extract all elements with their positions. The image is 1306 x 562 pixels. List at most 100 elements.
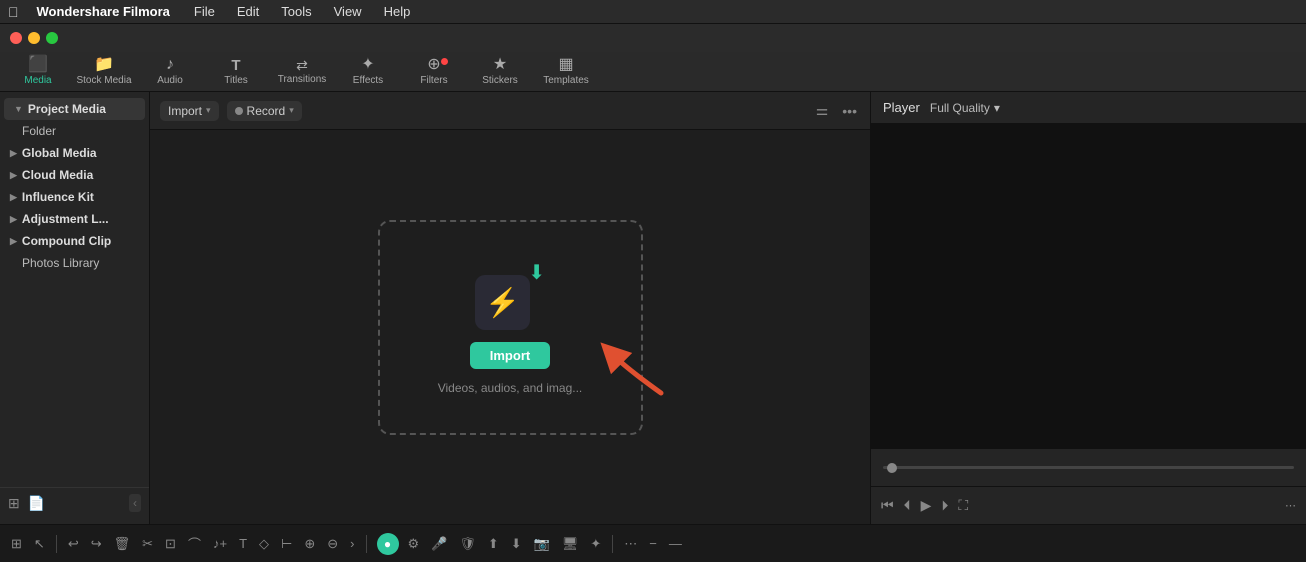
- export-icon[interactable]: ⬆: [485, 533, 502, 555]
- minimize-button[interactable]: [28, 32, 40, 44]
- collapse-sidebar-button[interactable]: ‹: [129, 494, 141, 512]
- step-back-icon[interactable]: ⏴: [904, 497, 911, 514]
- lightning-icon: ⚡: [485, 286, 520, 319]
- menu-file[interactable]: File: [190, 3, 219, 20]
- filters-badge: [441, 58, 448, 65]
- filters-icon: ⊕: [427, 57, 440, 73]
- camera-icon[interactable]: 📷: [531, 533, 553, 555]
- zoom-out-icon[interactable]: ⊖: [324, 533, 341, 555]
- toolbar-titles[interactable]: T Titles: [204, 54, 268, 90]
- arrow-icon-3: ▶: [10, 170, 17, 181]
- more-options-icon[interactable]: •••: [839, 100, 860, 122]
- record-tl-button[interactable]: ●: [377, 533, 399, 555]
- settings-tl-icon[interactable]: ⚙: [405, 533, 423, 555]
- sidebar-item-influence-kit[interactable]: ▶ Influence Kit: [0, 186, 149, 208]
- toolbar-effects[interactable]: ✦ Effects: [336, 54, 400, 90]
- add-item-icon[interactable]: 📄: [28, 495, 45, 512]
- player-title: Player: [883, 100, 920, 115]
- import-label: Import: [168, 104, 202, 118]
- stickers-label: Stickers: [482, 75, 518, 86]
- mic-icon[interactable]: 🎤: [428, 533, 450, 555]
- menu-tools[interactable]: Tools: [277, 3, 315, 20]
- player-progress-bar[interactable]: [883, 466, 1294, 469]
- effects-tl-icon[interactable]: ✦: [587, 533, 604, 555]
- audio-icon: ♪: [166, 57, 174, 73]
- undo-icon[interactable]: ↩: [65, 533, 82, 555]
- import-chevron-icon: ▾: [206, 105, 211, 116]
- monitor-icon[interactable]: 🖥: [559, 533, 582, 555]
- quality-select[interactable]: Full Quality ▾: [930, 101, 1000, 115]
- drop-zone[interactable]: ⚡ ⬇ Import Videos, audios, and imag...: [378, 220, 643, 435]
- volume-icon[interactable]: ⋯: [1285, 499, 1296, 512]
- influence-kit-label: Influence Kit: [22, 190, 94, 204]
- filmora-icon-body: ⚡: [475, 275, 530, 330]
- shield-icon[interactable]: 🛡: [456, 533, 479, 555]
- sidebar-item-project-media[interactable]: ▼ Project Media: [4, 98, 145, 120]
- app-name: Wondershare Filmora: [37, 4, 170, 19]
- rewind-icon[interactable]: ⏮: [881, 497, 894, 514]
- quality-chevron-icon: ▾: [994, 101, 1000, 115]
- close-button[interactable]: [10, 32, 22, 44]
- arrow-icon-5: ▶: [10, 214, 17, 225]
- menu-help[interactable]: Help: [380, 3, 415, 20]
- traffic-lights: [10, 32, 58, 44]
- redo-icon[interactable]: ↪: [88, 533, 105, 555]
- menu-edit[interactable]: Edit: [233, 3, 263, 20]
- main-layout: ▼ Project Media Folder ▶ Global Media ▶ …: [0, 92, 1306, 524]
- toolbar-media[interactable]: ⬛ Media: [6, 54, 70, 90]
- dash-icon[interactable]: —: [666, 533, 685, 554]
- keyframe-icon[interactable]: ◇: [256, 533, 272, 555]
- more-tl-icon[interactable]: ›: [347, 533, 357, 554]
- import-action-button[interactable]: Import: [470, 342, 550, 369]
- menu-view[interactable]: View: [330, 3, 366, 20]
- titles-label: Titles: [224, 75, 248, 86]
- record-button-group[interactable]: Record ▾: [227, 101, 302, 121]
- toolbar-templates[interactable]: ▦ Templates: [534, 54, 598, 90]
- compound-clip-label: Compound Clip: [22, 234, 111, 248]
- toolbar-audio[interactable]: ♪ Audio: [138, 54, 202, 90]
- toolbar-filters[interactable]: ⊕ Filters: [402, 54, 466, 90]
- add-audio-icon[interactable]: ♪+: [210, 533, 230, 554]
- bezier-icon[interactable]: ⌒: [185, 531, 204, 556]
- text-icon[interactable]: T: [236, 533, 250, 554]
- sidebar: ▼ Project Media Folder ▶ Global Media ▶ …: [0, 92, 150, 524]
- new-folder-icon[interactable]: ⊞: [8, 495, 20, 512]
- import-tl-icon[interactable]: ⬇: [508, 533, 525, 555]
- media-icon: ⬛: [28, 57, 48, 73]
- quality-label: Full Quality: [930, 101, 990, 115]
- delete-icon[interactable]: 🗑: [111, 533, 134, 555]
- fullscreen-icon[interactable]: ⛶: [958, 497, 968, 514]
- toolbar-transitions[interactable]: ⇄ Transitions: [270, 54, 334, 90]
- folder-label: Folder: [22, 124, 56, 138]
- minus-icon[interactable]: −: [646, 533, 660, 554]
- expand-icon[interactable]: ⋯: [621, 533, 640, 555]
- toolbar-stock-media[interactable]: 📁 Stock Media: [72, 54, 136, 90]
- import-button-group[interactable]: Import ▾: [160, 101, 219, 121]
- record-dot-icon: [235, 107, 243, 115]
- zoom-in-icon[interactable]: ⊕: [301, 533, 318, 555]
- maximize-button[interactable]: [46, 32, 58, 44]
- toolbar-stickers[interactable]: ★ Stickers: [468, 54, 532, 90]
- split-icon[interactable]: ⊢: [278, 533, 295, 555]
- titles-icon: T: [231, 58, 240, 73]
- player-panel: Player Full Quality ▾ ⏮ ⏴ ▶ ⏵ ⛶ ⋯: [870, 92, 1306, 524]
- grid-icon[interactable]: ⊞: [8, 533, 25, 555]
- play-button[interactable]: ▶: [921, 497, 932, 514]
- filter-icon[interactable]: ⚌: [813, 99, 832, 122]
- sidebar-item-photos-library[interactable]: Photos Library: [0, 252, 149, 274]
- media-label: Media: [24, 75, 51, 86]
- sidebar-item-adjustment[interactable]: ▶ Adjustment L...: [0, 208, 149, 230]
- step-forward-icon[interactable]: ⏵: [941, 497, 948, 514]
- crop-icon[interactable]: ⊡: [162, 533, 179, 555]
- sidebar-item-folder[interactable]: Folder: [0, 120, 149, 142]
- player-progress-handle[interactable]: [887, 463, 897, 473]
- cursor-tool-icon[interactable]: ↖: [31, 533, 48, 555]
- filmora-icon: ⚡ ⬇: [475, 260, 545, 330]
- sidebar-item-global-media[interactable]: ▶ Global Media: [0, 142, 149, 164]
- separator-2: [366, 535, 367, 553]
- filters-label: Filters: [420, 75, 447, 86]
- sidebar-item-cloud-media[interactable]: ▶ Cloud Media: [0, 164, 149, 186]
- arrow-icon-2: ▶: [10, 148, 17, 159]
- cut-icon[interactable]: ✂: [139, 533, 156, 555]
- sidebar-item-compound-clip[interactable]: ▶ Compound Clip: [0, 230, 149, 252]
